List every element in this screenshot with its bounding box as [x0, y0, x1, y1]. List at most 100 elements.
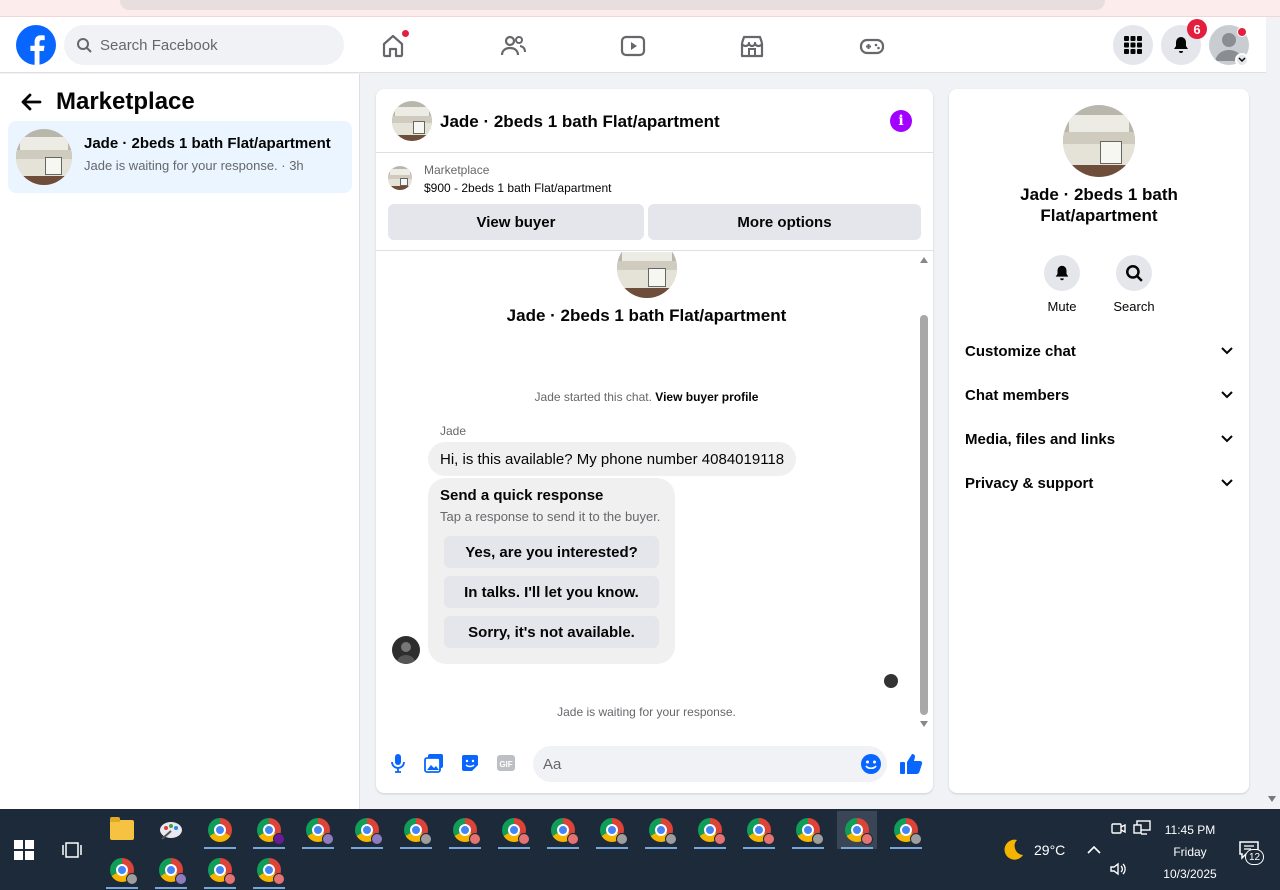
quick-response-card: Send a quick response Tap a response to …	[428, 478, 675, 664]
back-arrow-icon[interactable]	[20, 91, 42, 113]
chrome-profile-icon[interactable]	[886, 811, 926, 849]
chat-subtitle: Jade is waiting for your response. · 3h	[84, 158, 304, 173]
listing-bar: Marketplace $900 - 2beds 1 bath Flat/apa…	[376, 154, 933, 251]
meet-now-icon[interactable]	[1109, 819, 1127, 837]
marketplace-icon[interactable]	[735, 29, 769, 63]
facebook-logo-icon[interactable]	[16, 25, 56, 65]
quick-response-title: Send a quick response	[440, 487, 604, 504]
browser-strip	[0, 0, 1280, 17]
chrome-profile-icon[interactable]	[151, 851, 191, 889]
browser-address-bar[interactable]	[120, 0, 1105, 10]
view-buyer-button[interactable]: View buyer	[388, 204, 644, 240]
gif-icon[interactable]: GIF	[494, 751, 518, 775]
chrome-icon[interactable]	[200, 811, 240, 849]
sticker-icon[interactable]	[458, 751, 482, 775]
file-explorer-icon[interactable]	[102, 811, 142, 849]
network-icon[interactable]	[1133, 819, 1151, 837]
conversation-avatar	[617, 252, 677, 298]
chrome-profile-icon[interactable]	[396, 811, 436, 849]
scrollbar-thumb[interactable]	[920, 315, 928, 715]
message-input[interactable]	[533, 746, 887, 782]
menu-grid-icon	[1124, 36, 1142, 54]
sender-avatar[interactable]	[392, 636, 420, 664]
top-nav: 6	[0, 17, 1266, 73]
search-chat-button[interactable]: Search	[1104, 255, 1164, 314]
chrome-profile-icon[interactable]	[592, 811, 632, 849]
page-title: Marketplace	[56, 88, 195, 115]
friends-icon[interactable]	[496, 29, 530, 63]
chevron-down-icon[interactable]	[1235, 53, 1249, 67]
chrome-profile-icon[interactable]	[788, 811, 828, 849]
video-icon[interactable]	[616, 29, 650, 63]
windows-taskbar: 29°C 11:45 PM Friday 10/3/2025 12	[0, 809, 1280, 890]
chevron-down-icon	[1221, 479, 1233, 487]
notifications-button[interactable]: 6	[1161, 19, 1207, 65]
search-label: Search	[1113, 299, 1155, 314]
chrome-profile-icon-active[interactable]	[837, 811, 877, 849]
paint-app-icon[interactable]	[151, 811, 191, 849]
weather-widget[interactable]: 29°C	[1000, 837, 1065, 863]
chrome-profile-icon[interactable]	[445, 811, 485, 849]
chrome-profile-icon[interactable]	[739, 811, 779, 849]
home-icon[interactable]	[376, 29, 410, 63]
photo-icon[interactable]	[422, 751, 446, 775]
chrome-profile-icon[interactable]	[249, 851, 289, 889]
sender-name: Jade	[440, 424, 467, 438]
scroll-down-arrow-icon[interactable]	[920, 721, 928, 727]
chrome-profile-icon[interactable]	[690, 811, 730, 849]
taskbar-clock[interactable]: 11:45 PM Friday 10/3/2025	[1150, 819, 1230, 885]
scroll-up-arrow-icon[interactable]	[920, 257, 928, 263]
action-center-badge: 12	[1245, 849, 1265, 865]
microphone-icon[interactable]	[386, 751, 410, 775]
message-thread[interactable]: Jade · 2beds 1 bath Flat/apartment Jade …	[376, 252, 933, 729]
chrome-profile-icon[interactable]	[102, 851, 142, 889]
media-files-links-section[interactable]: Media, files and links	[957, 419, 1241, 459]
message-bubble: Hi, is this available? My phone number 4…	[428, 442, 797, 476]
chrome-profile-icon[interactable]	[249, 811, 289, 849]
seen-indicator-avatar	[884, 674, 898, 688]
profile-notification-dot	[1237, 27, 1247, 37]
mute-button[interactable]: Mute	[1032, 255, 1092, 314]
task-view-icon[interactable]	[62, 840, 82, 860]
more-options-button[interactable]: More options	[648, 204, 921, 240]
view-buyer-profile-link[interactable]: View buyer profile	[655, 390, 758, 404]
search-box[interactable]	[64, 25, 344, 65]
clock-day: Friday	[1173, 845, 1207, 859]
section-label: Chat members	[965, 386, 1070, 404]
privacy-support-section[interactable]: Privacy & support	[957, 463, 1241, 503]
emoji-icon[interactable]	[860, 753, 882, 775]
chrome-profile-icon[interactable]	[543, 811, 583, 849]
moon-icon	[1004, 839, 1023, 860]
quick-response-not-available-button[interactable]: Sorry, it's not available.	[444, 616, 659, 648]
volume-icon[interactable]	[1109, 860, 1127, 878]
customize-chat-section[interactable]: Customize chat	[957, 331, 1241, 371]
chat-members-section[interactable]: Chat members	[957, 375, 1241, 415]
chrome-profile-icon[interactable]	[641, 811, 681, 849]
page-scroll-down-arrow-icon[interactable]	[1268, 796, 1276, 802]
info-icon[interactable]: i	[890, 110, 912, 132]
bell-icon	[1055, 265, 1069, 281]
chat-started-notice: Jade started this chat. View buyer profi…	[376, 390, 917, 404]
chrome-profile-icon[interactable]	[200, 851, 240, 889]
chrome-profile-icon[interactable]	[298, 811, 338, 849]
search-icon	[1126, 265, 1143, 282]
chrome-profile-icon[interactable]	[347, 811, 387, 849]
quick-response-yes-button[interactable]: Yes, are you interested?	[444, 536, 659, 568]
gaming-icon[interactable]	[855, 29, 889, 63]
chat-info-panel: Jade · 2beds 1 bath Flat/apartment Mute …	[949, 89, 1249, 793]
menu-button[interactable]	[1113, 25, 1153, 65]
search-input[interactable]	[100, 36, 320, 54]
chat-header: Jade · 2beds 1 bath Flat/apartment i	[376, 89, 933, 153]
quick-response-in-talks-button[interactable]: In talks. I'll let you know.	[444, 576, 659, 608]
chat-header-thumbnail[interactable]	[392, 101, 432, 141]
chat-header-title[interactable]: Jade · 2beds 1 bath Flat/apartment	[440, 112, 720, 132]
chevron-up-icon[interactable]	[1085, 841, 1103, 859]
chat-list-item[interactable]: Jade · 2beds 1 bath Flat/apartment Jade …	[8, 121, 352, 193]
windows-start-icon[interactable]	[14, 840, 34, 860]
thread-scrollbar[interactable]	[917, 255, 931, 729]
marketplace-sidebar: Marketplace Jade · 2beds 1 bath Flat/apa…	[0, 74, 360, 809]
chat-panel: Jade · 2beds 1 bath Flat/apartment i Mar…	[376, 89, 933, 793]
chrome-profile-icon[interactable]	[494, 811, 534, 849]
thumbs-up-icon[interactable]	[898, 751, 924, 777]
clock-date: 10/3/2025	[1163, 867, 1217, 881]
